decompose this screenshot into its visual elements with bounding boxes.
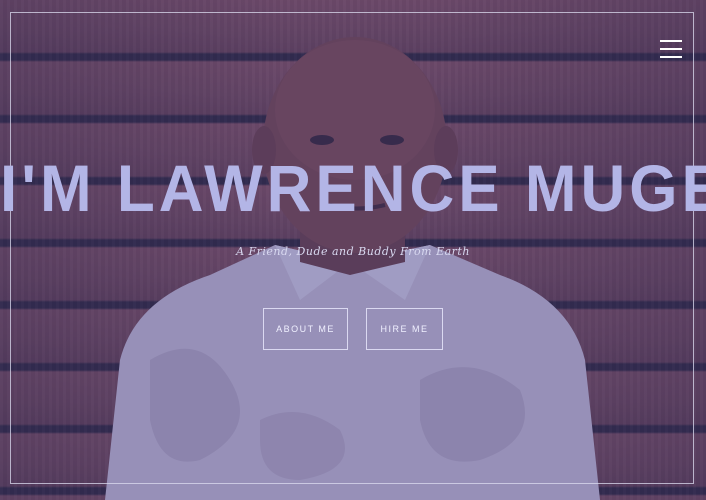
hamburger-menu-icon[interactable] [660, 40, 682, 60]
hero-title: I'M LAWRENCE MUGERI [0, 152, 706, 227]
hero-section: I'M LAWRENCE MUGERI A Friend, Dude and B… [0, 0, 706, 500]
about-me-button[interactable]: ABOUT ME [263, 308, 348, 350]
hero-subtitle: A Friend, Dude and Buddy From Earth [236, 245, 470, 258]
hire-me-button[interactable]: HIRE ME [366, 308, 443, 350]
